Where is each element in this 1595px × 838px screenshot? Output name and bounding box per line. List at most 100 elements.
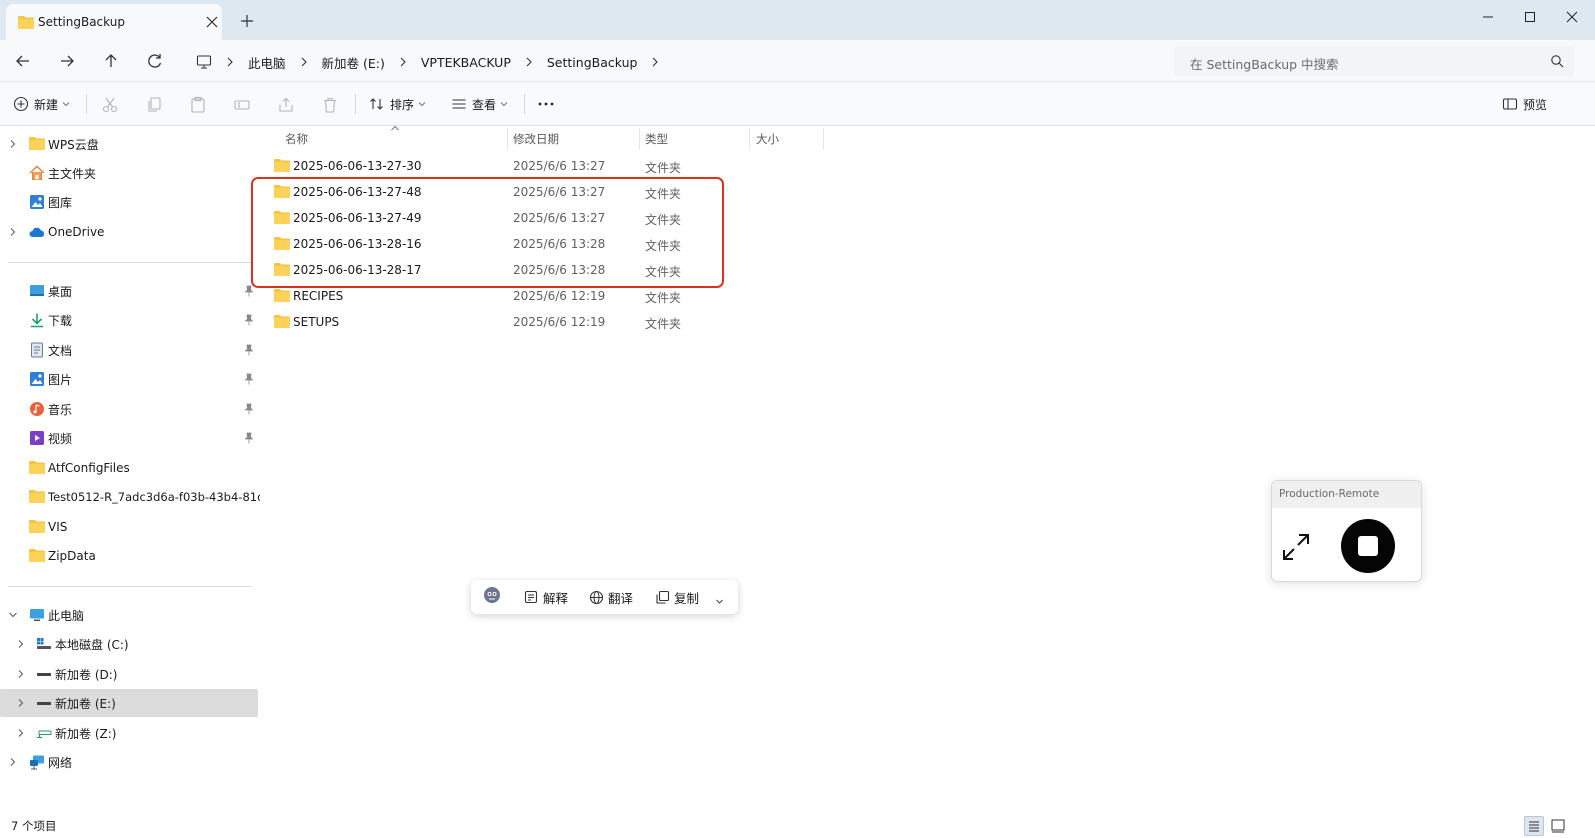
folder-icon (18, 15, 34, 29)
assistant-avatar-icon[interactable] (482, 587, 502, 603)
cut-icon[interactable] (101, 96, 119, 114)
chevron-right-icon[interactable] (222, 54, 238, 70)
sidebar-item-desktop[interactable]: 桌面 (0, 277, 262, 305)
breadcrumb-vptekbackup[interactable]: VPTEKBACKUP (421, 55, 511, 70)
chevron-right-icon[interactable] (395, 54, 411, 70)
rename-icon[interactable] (233, 96, 251, 114)
sidebar-item-onedrive[interactable]: OneDrive (0, 218, 262, 246)
sidebar-item-test0512[interactable]: Test0512-R_7adc3d6a-f03b-43b4-81c8 (0, 483, 262, 511)
monitor-icon[interactable] (196, 54, 212, 70)
explain-button[interactable]: 解释 (524, 589, 568, 606)
forward-arrow-icon[interactable] (56, 50, 78, 72)
chevron-right-icon[interactable] (16, 698, 26, 708)
close-icon[interactable] (1563, 8, 1581, 26)
chevron-down-icon[interactable] (8, 610, 18, 620)
details-view-icon[interactable] (1524, 816, 1544, 836)
home-icon (29, 165, 45, 181)
sidebar-item-this-pc[interactable]: 此电脑 (0, 601, 262, 629)
chevron-right-icon[interactable] (8, 227, 18, 237)
separator (86, 94, 87, 114)
sidebar-item-drive-e[interactable]: 新加卷 (E:) (0, 689, 258, 717)
share-icon[interactable] (277, 96, 295, 114)
chevron-right-icon[interactable] (8, 139, 18, 149)
plus-circle-icon (13, 96, 29, 112)
new-button[interactable]: 新建 (13, 94, 70, 114)
chevron-down-icon[interactable] (715, 593, 724, 609)
translate-button[interactable]: 翻译 (589, 589, 633, 606)
column-divider[interactable] (639, 128, 640, 150)
sidebar-label: 桌面 (48, 284, 73, 299)
pin-icon[interactable] (244, 373, 254, 385)
sidebar-item-documents[interactable]: 文档 (0, 336, 262, 364)
file-type: 文件夹 (645, 317, 682, 331)
item-count: 7 个项目 (11, 819, 57, 833)
maximize-icon[interactable] (1521, 8, 1539, 26)
preview-label: 预览 (1523, 97, 1548, 112)
sidebar-item-downloads[interactable]: 下载 (0, 306, 262, 334)
chevron-right-icon[interactable] (521, 54, 537, 70)
chevron-right-icon[interactable] (647, 54, 663, 70)
pin-icon[interactable] (244, 344, 254, 356)
view-button[interactable]: 查看 (451, 94, 508, 114)
sidebar-item-vis[interactable]: VIS (0, 513, 262, 541)
new-tab-icon[interactable] (238, 12, 256, 30)
sidebar-item-network[interactable]: 网络 (0, 748, 262, 776)
pin-icon[interactable] (244, 403, 254, 415)
sidebar-item-gallery[interactable]: 图库 (0, 188, 262, 216)
sidebar-item-music[interactable]: 音乐 (0, 395, 262, 423)
chevron-right-icon[interactable] (16, 728, 26, 738)
sidebar-item-home[interactable]: 主文件夹 (0, 159, 262, 187)
search-input[interactable]: 在 SettingBackup 中搜索 (1174, 46, 1574, 76)
expand-icon[interactable] (1278, 529, 1314, 565)
sidebar-item-pictures[interactable]: 图片 (0, 365, 262, 393)
sidebar-item-drive-z[interactable]: 新加卷 (Z:) (0, 719, 262, 747)
pin-icon[interactable] (244, 314, 254, 326)
sidebar-item-drive-c[interactable]: 本地磁盘 (C:) (0, 630, 262, 658)
sidebar-item-videos[interactable]: 视频 (0, 424, 262, 452)
large-icons-view-icon[interactable] (1548, 816, 1568, 836)
sidebar-item-zipdata[interactable]: ZipData (0, 542, 262, 570)
copy-button[interactable]: 复制 (655, 589, 699, 606)
chevron-down-icon (500, 100, 508, 108)
sidebar-item-drive-d[interactable]: 新加卷 (D:) (0, 660, 262, 688)
up-arrow-icon[interactable] (100, 50, 122, 72)
chevron-right-icon[interactable] (296, 54, 312, 70)
file-name: SETUPS (293, 315, 340, 329)
sort-button[interactable]: 排序 (369, 94, 426, 114)
gallery-icon (29, 194, 45, 210)
more-options-button[interactable] (537, 94, 555, 114)
chevron-right-icon[interactable] (8, 757, 18, 767)
file-modified: 2025/6/6 12:19 (513, 289, 606, 303)
sidebar-label: Test0512-R_7adc3d6a-f03b-43b4-81c8 (48, 490, 260, 504)
copy-icon[interactable] (145, 96, 163, 114)
file-row[interactable]: 2025-06-06-13-27-30 2025/6/6 13:27 文件夹 (272, 153, 1032, 179)
explain-icon (524, 590, 539, 605)
remote-widget-header[interactable]: Production-Remote (1272, 481, 1421, 508)
search-icon[interactable] (1550, 54, 1564, 68)
breadcrumb-this-pc[interactable]: 此电脑 (248, 53, 286, 72)
pin-icon[interactable] (244, 285, 254, 297)
back-arrow-icon[interactable] (12, 50, 34, 72)
pin-icon[interactable] (244, 432, 254, 444)
stop-recording-button[interactable] (1340, 518, 1396, 574)
minimize-icon[interactable] (1479, 8, 1497, 26)
delete-icon[interactable] (321, 96, 339, 114)
close-tab-icon[interactable] (202, 12, 222, 32)
folder-icon (29, 460, 45, 474)
column-divider[interactable] (749, 128, 750, 150)
column-divider[interactable] (507, 128, 508, 150)
sidebar-item-wps-cloud[interactable]: WPS云盘 (0, 130, 262, 158)
tab-settingbackup[interactable]: SettingBackup (6, 4, 222, 40)
column-divider[interactable] (823, 128, 824, 150)
sidebar-item-atfconfigfiles[interactable]: AtfConfigFiles (0, 454, 262, 482)
file-row[interactable]: SETUPS 2025/6/6 12:19 文件夹 (272, 309, 1032, 335)
chevron-right-icon[interactable] (16, 669, 26, 679)
paste-icon[interactable] (189, 96, 207, 114)
preview-pane-button[interactable]: 预览 (1502, 94, 1547, 114)
breadcrumb-settingbackup[interactable]: SettingBackup (547, 55, 638, 70)
chevron-right-icon[interactable] (16, 639, 26, 649)
refresh-icon[interactable] (144, 50, 166, 72)
view-list-icon (451, 96, 467, 112)
breadcrumb-drive-e[interactable]: 新加卷 (E:) (322, 53, 385, 72)
sidebar-label: AtfConfigFiles (48, 461, 130, 475)
